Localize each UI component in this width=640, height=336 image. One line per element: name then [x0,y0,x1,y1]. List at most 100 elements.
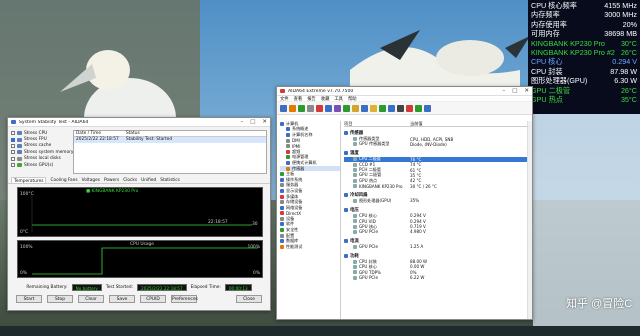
tree-item-icon [286,149,290,154]
toolbar-tool-icon[interactable] [397,104,404,112]
stress-options: Stress CPU Stress FPU Stress cache Stress s… [11,130,73,174]
section-icon [344,238,348,243]
toolbar-tool-icon[interactable] [289,104,296,112]
toolbar-tool-icon[interactable] [316,104,323,112]
tab-unified[interactable]: Unified [141,177,156,183]
maximize-icon[interactable]: □ [250,119,255,125]
sensor-row[interactable]: GPU PCIe 6.22 W [344,275,532,280]
toolbar-tool-icon[interactable] [361,104,368,112]
stress-checkbox[interactable] [11,137,15,142]
tree-item-icon [280,211,284,216]
minimize-icon[interactable]: – [240,119,243,125]
toolbar-tool-icon[interactable] [325,104,332,112]
toolbar-tool-icon[interactable] [352,104,359,112]
menu-item[interactable]: 收藏 [321,96,330,102]
col-item: 项目 [344,121,353,126]
aida64-window: AIDA64 Extreme v7.70.7500 – □ ✕ 文件 查看 报告 收藏 工具… [276,86,533,320]
sensor-name-cell: GPU PCIe [344,275,410,280]
stress-device-icon [17,150,22,155]
tab-voltages[interactable]: Voltages [82,177,100,183]
sensor-value: 30 °C / 26 °C [410,183,437,189]
sensor-icon [353,275,357,280]
stability-title-bar: System Stability Test - AIDA64 – □ ✕ [8,118,270,127]
stop-button[interactable]: Stop [47,295,73,303]
toolbar-tool-icon[interactable] [343,104,350,112]
preferences-button[interactable]: Preferences [171,295,198,303]
stress-checkbox[interactable] [11,163,15,168]
status-log: Date / Time Status 2025/2/22 22:18:57 Stab… [73,130,267,174]
toolbar-tool-icon[interactable] [334,104,341,112]
osd-row: 图形处理器(GPU) 6.30 W [531,76,637,85]
tab-clocks[interactable]: Clocks [123,177,137,183]
toolbar-tool-icon[interactable] [307,104,314,112]
tab-temperatures[interactable]: Temperatures [11,177,47,184]
tree-item-icon [280,216,284,221]
save-button[interactable]: Save [109,295,135,303]
toolbar-tool-icon[interactable] [280,104,287,112]
sensor-value: 35 °C [410,172,422,178]
toolbar-tool-icon[interactable] [379,104,386,112]
sensor-icon [353,199,357,203]
menu-item[interactable]: 工具 [334,96,343,102]
tree-item-icon [286,144,290,149]
cpuid-button[interactable]: CPUID [140,295,166,303]
osd-label: 内存使用率 [531,19,567,29]
sensor-row[interactable]: GPU 传感器类型 Diode, (NV-Diode) [344,141,532,147]
osd-label: GPU 二极管 [531,85,571,95]
sensor-row[interactable]: KINGBANK KP230 Pro 30 °C / 26 °C [344,184,532,189]
toolbar-tool-icon[interactable] [298,104,305,112]
log-row[interactable]: 2025/2/22 22:18:57 Stability Test: Starte… [74,137,266,143]
minimize-icon[interactable]: – [502,88,505,94]
sensor-row[interactable]: GPU PCIe 4.980 V [344,229,532,234]
tree-item-icon [286,160,290,165]
aida-app-icon [280,89,285,93]
tab-statistics[interactable]: Statistics [160,177,180,183]
stress-checkbox[interactable] [11,156,15,161]
sensor-icon [353,168,357,173]
started-label: Test Started: [105,285,134,290]
sensor-icon [353,259,357,264]
stress-checkbox[interactable] [11,143,15,148]
toolbar-tool-icon[interactable] [388,104,395,112]
close-icon[interactable]: ✕ [262,119,267,125]
log-date: 2025/2/22 22:18:57 [76,137,119,142]
stability-test-window: System Stability Test - AIDA64 – □ ✕ Stres… [7,117,271,311]
maximize-icon[interactable]: □ [512,88,517,94]
sensor-name-cell: GPU TDP% [344,270,410,275]
osd-row: CPU 封装 87.98 W [531,67,637,76]
menu-item[interactable]: 报告 [307,96,316,102]
tree-item-icon [286,127,290,132]
toolbar-tool-icon[interactable] [424,104,431,112]
stress-checkbox[interactable] [11,150,15,155]
close-button[interactable]: Close [236,295,262,303]
sensor-row[interactable]: 图形处理器(GPU) 35% [344,198,532,203]
sensor-row[interactable]: GPU PCIe 1.25 A [344,244,532,249]
log-header-date: Date / Time [76,131,101,136]
sensor-name: GPU PCIe [359,244,378,250]
temperature-trace [31,194,252,232]
tree-item-label: 计算机名称 [292,131,313,137]
sensor-icon [353,219,357,224]
stress-checkbox[interactable] [11,131,15,136]
clear-button[interactable]: Clear [78,295,104,303]
tree-item-icon [280,121,284,126]
close-icon[interactable]: ✕ [524,88,529,94]
menu-item[interactable]: 查看 [294,96,303,102]
tree-item[interactable]: 性能测试 [280,244,340,250]
toolbar-tool-icon[interactable] [415,104,422,112]
menu-item[interactable]: 文件 [280,96,289,102]
stress-label: Stress GPU(s) [24,162,54,168]
tab-powers[interactable]: Powers [104,177,119,183]
start-button[interactable]: Start [16,295,42,303]
tab-cooling-fans[interactable]: Cooling Fans [50,177,77,183]
stress-option[interactable]: Stress GPU(s) [11,162,71,168]
sensor-icon [353,178,357,183]
toolbar-tool-icon[interactable] [370,104,377,112]
menu-item[interactable]: 帮助 [348,96,357,102]
scrollbar[interactable] [527,121,532,319]
sensor-icon [353,137,357,142]
sensor-value: 0.294 V [410,213,426,219]
toolbar-tool-icon[interactable] [406,104,413,112]
window-title: System Stability Test - AIDA64 [19,119,89,125]
osd-value: 0.294 V [612,57,637,67]
